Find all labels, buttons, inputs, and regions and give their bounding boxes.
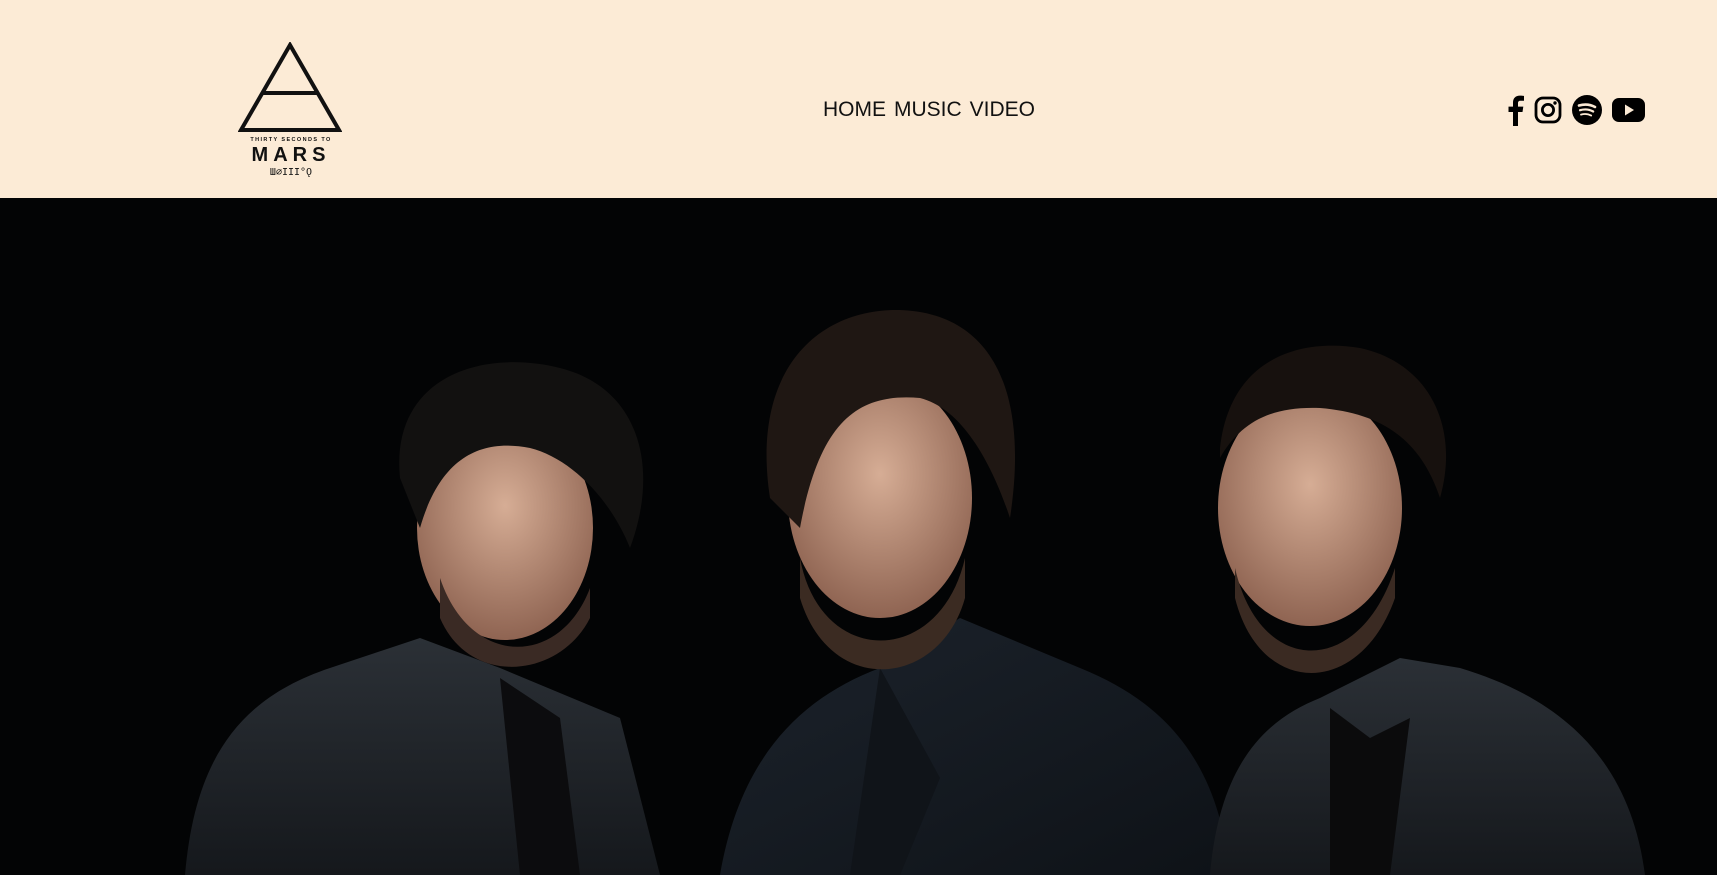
- social-links: [1506, 94, 1645, 131]
- triangle-logo-icon: [238, 42, 342, 132]
- site-header: THIRTY SECONDS TO MARS Ш⌀ІІІ°Ǫ HOME MUSI…: [0, 0, 1717, 198]
- logo-tagline: THIRTY SECONDS TO: [250, 137, 332, 143]
- nav-home[interactable]: HOME: [823, 98, 886, 122]
- youtube-icon[interactable]: [1612, 98, 1645, 127]
- logo-glyphs: Ш⌀ІІІ°Ǫ: [269, 167, 313, 178]
- main-nav: HOME MUSIC VIDEO: [823, 98, 1035, 122]
- logo-name: MARS: [251, 144, 331, 166]
- hero-band-photo: [0, 198, 1717, 875]
- band-photo-image: [0, 198, 1717, 875]
- band-logo[interactable]: THIRTY SECONDS TO MARS Ш⌀ІІІ°Ǫ: [236, 42, 346, 182]
- facebook-icon[interactable]: [1506, 94, 1524, 131]
- nav-music[interactable]: MUSIC: [894, 98, 962, 122]
- instagram-icon[interactable]: [1534, 96, 1562, 129]
- nav-video[interactable]: VIDEO: [970, 98, 1035, 122]
- spotify-icon[interactable]: [1572, 95, 1602, 130]
